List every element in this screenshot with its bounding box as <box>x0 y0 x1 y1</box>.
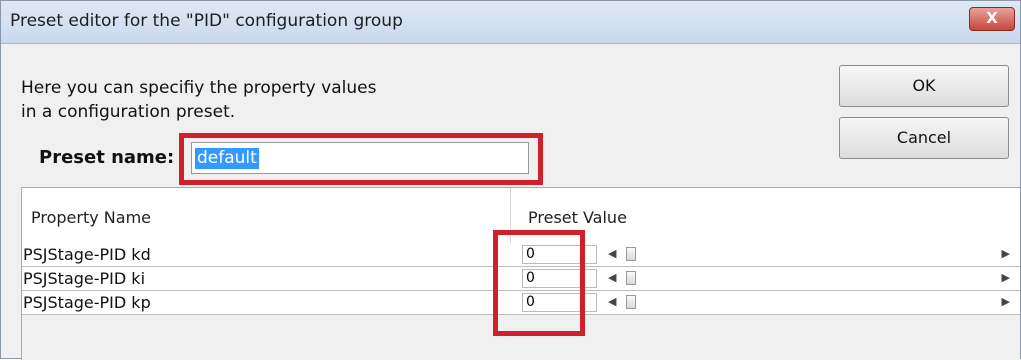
description-text: Here you can specifiy the property value… <box>21 76 521 124</box>
property-name-cell: PSJStage-PID ki <box>23 269 146 288</box>
highlight-box-preset-name <box>179 133 543 185</box>
value-slider[interactable]: ◀ ▶ <box>604 270 1014 287</box>
slider-thumb[interactable] <box>626 271 636 285</box>
value-slider[interactable]: ◀ ▶ <box>604 294 1014 311</box>
description-line-1: Here you can specifiy the property value… <box>21 78 377 98</box>
column-header-property-name[interactable]: Property Name <box>31 208 151 227</box>
description-line-2: in a configuration preset. <box>21 102 236 122</box>
highlight-box-preset-values <box>493 230 585 336</box>
arrow-right-icon[interactable]: ▶ <box>1002 271 1010 284</box>
arrow-left-icon[interactable]: ◀ <box>608 295 616 308</box>
ok-button[interactable]: OK <box>839 65 1009 107</box>
arrow-left-icon[interactable]: ◀ <box>608 247 616 260</box>
slider-thumb[interactable] <box>626 295 636 309</box>
value-slider[interactable]: ◀ ▶ <box>604 246 1014 263</box>
preset-editor-dialog: Preset editor for the "PID" configuratio… <box>0 0 1021 360</box>
arrow-right-icon[interactable]: ▶ <box>1002 247 1010 260</box>
cancel-button[interactable]: Cancel <box>839 117 1009 159</box>
preset-name-label: Preset name: <box>39 147 175 168</box>
slider-thumb[interactable] <box>626 247 636 261</box>
window-title: Preset editor for the "PID" configuratio… <box>10 11 403 31</box>
property-name-cell: PSJStage-PID kp <box>23 293 151 312</box>
title-bar: Preset editor for the "PID" configuratio… <box>1 1 1020 44</box>
property-name-cell: PSJStage-PID kd <box>23 245 151 264</box>
arrow-left-icon[interactable]: ◀ <box>608 271 616 284</box>
close-button[interactable]: X <box>969 7 1015 31</box>
arrow-right-icon[interactable]: ▶ <box>1002 295 1010 308</box>
column-header-preset-value[interactable]: Preset Value <box>528 208 627 227</box>
